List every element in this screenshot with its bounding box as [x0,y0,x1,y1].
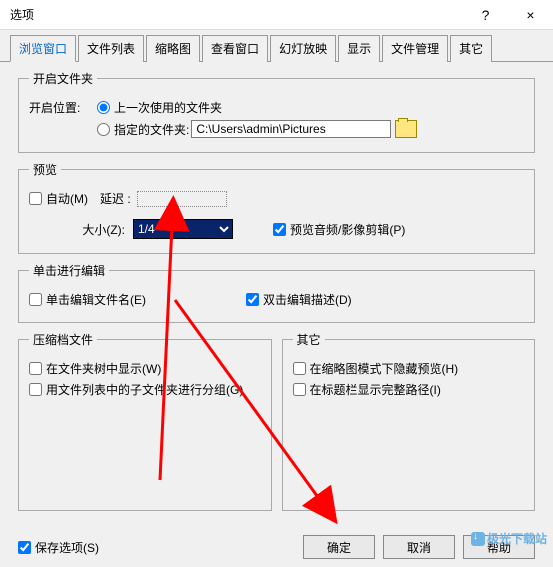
tab-file-mgmt[interactable]: 文件管理 [382,35,448,62]
group-misc: 其它 在缩略图模式下隐藏预览(H) 在标题栏显示完整路径(I) [282,331,536,511]
select-size[interactable]: 1/4 [133,219,233,239]
radio-specified-folder[interactable] [97,123,110,136]
legend-archive: 压缩档文件 [29,331,97,348]
browse-folder-icon[interactable] [395,120,417,138]
tab-display[interactable]: 显示 [338,35,380,62]
check-save-options[interactable] [18,541,31,554]
label-full-path-title: 在标题栏显示完整路径(I) [310,381,441,398]
watermark: 极光下载站 [471,530,547,547]
legend-preview: 预览 [29,161,61,178]
label-av-clip: 预览音频/影像剪辑(P) [290,221,405,238]
tab-view-window[interactable]: 查看窗口 [202,35,268,62]
check-full-path-title[interactable] [293,383,306,396]
legend-click-edit: 单击进行编辑 [29,262,109,279]
watermark-icon [471,532,485,546]
check-edit-desc[interactable] [246,293,259,306]
title-bar: 选项 ? × [0,0,553,30]
tab-slideshow[interactable]: 幻灯放映 [270,35,336,62]
label-save-options: 保存选项(S) [35,539,99,556]
label-delay: 延迟 : [100,190,131,207]
tab-file-list[interactable]: 文件列表 [78,35,144,62]
window-title: 选项 [0,6,463,23]
watermark-text: 极光下载站 [487,530,547,547]
ok-button[interactable]: 确定 [303,535,375,559]
input-folder-path[interactable] [191,120,391,138]
tab-strip: 浏览窗口 文件列表 缩略图 查看窗口 幻灯放映 显示 文件管理 其它 [0,30,553,62]
help-button[interactable]: ? [463,0,508,30]
label-open-location: 开启位置: [29,99,89,116]
cancel-button[interactable]: 取消 [383,535,455,559]
label-edit-desc: 双击编辑描述(D) [263,291,352,308]
close-button[interactable]: × [508,0,553,30]
check-show-in-tree[interactable] [29,362,42,375]
check-edit-name[interactable] [29,293,42,306]
tab-browse-window[interactable]: 浏览窗口 [10,35,76,62]
label-show-in-tree: 在文件夹树中显示(W) [46,360,161,377]
tab-thumbnails[interactable]: 缩略图 [146,35,200,62]
group-open-folder: 开启文件夹 开启位置: 上一次使用的文件夹 指定的文件夹: [18,70,535,153]
check-hide-preview[interactable] [293,362,306,375]
label-auto: 自动(M) [46,190,88,207]
tab-other[interactable]: 其它 [450,35,492,62]
label-last-folder: 上一次使用的文件夹 [114,99,222,116]
label-hide-preview: 在缩略图模式下隐藏预览(H) [310,360,459,377]
check-group-subfolders[interactable] [29,383,42,396]
dialog-content: 开启文件夹 开启位置: 上一次使用的文件夹 指定的文件夹: 预览 自动(M) 延… [0,62,553,527]
label-edit-name: 单击编辑文件名(E) [46,291,246,308]
legend-misc: 其它 [293,331,325,348]
group-archive: 压缩档文件 在文件夹树中显示(W) 用文件列表中的子文件夹进行分组(G) [18,331,272,511]
check-auto[interactable] [29,192,42,205]
label-group-subfolders: 用文件列表中的子文件夹进行分组(G) [46,381,243,398]
legend-open-folder: 开启文件夹 [29,70,97,87]
input-delay[interactable] [137,191,227,207]
label-size: 大小(Z): [29,221,125,238]
radio-last-folder[interactable] [97,101,110,114]
group-click-edit: 单击进行编辑 单击编辑文件名(E) 双击编辑描述(D) [18,262,535,323]
group-preview: 预览 自动(M) 延迟 : 大小(Z): 1/4 预览音频/影像剪辑(P) [18,161,535,254]
label-specified-folder: 指定的文件夹: [114,121,189,138]
check-av-clip[interactable] [273,223,286,236]
